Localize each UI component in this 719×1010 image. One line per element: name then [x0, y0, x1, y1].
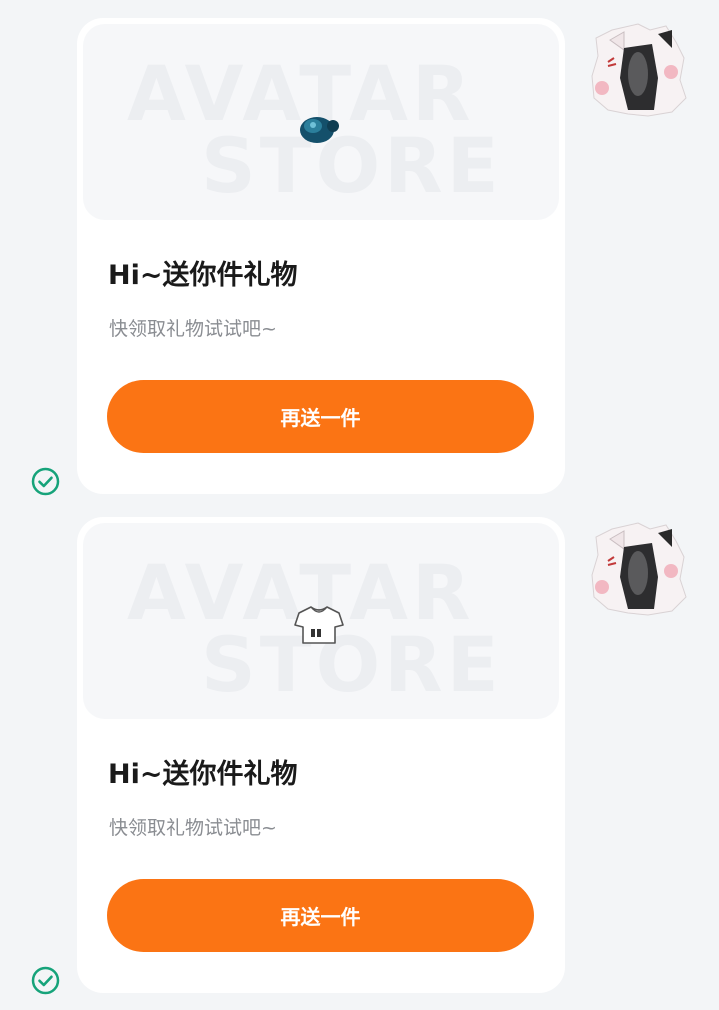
check-circle-icon: [31, 467, 60, 496]
card-title: Hi~送你件礼物: [108, 759, 298, 790]
avatar[interactable]: [588, 517, 688, 617]
avatar[interactable]: [588, 18, 688, 118]
pacifier-icon[interactable]: [83, 24, 559, 220]
check-circle-icon: [31, 966, 60, 995]
card-subtitle: 快领取礼物试试吧~: [109, 318, 277, 340]
card-title: Hi~送你件礼物: [108, 260, 298, 291]
gift-card: AVATAR STORE Hi~送你件礼物 快领取礼物试试吧~ 再送一件: [77, 18, 565, 494]
card-subtitle: 快领取礼物试试吧~: [109, 817, 277, 839]
gift-card: AVATAR STORE Hi~送你件礼物 快领取礼物试试吧~ 再送一件: [77, 517, 565, 993]
send-another-button[interactable]: 再送一件: [107, 879, 534, 952]
send-another-button[interactable]: 再送一件: [107, 380, 534, 453]
gift-banner: AVATAR STORE: [83, 24, 559, 220]
crop-top-icon[interactable]: [83, 523, 559, 719]
gift-banner: AVATAR STORE: [83, 523, 559, 719]
